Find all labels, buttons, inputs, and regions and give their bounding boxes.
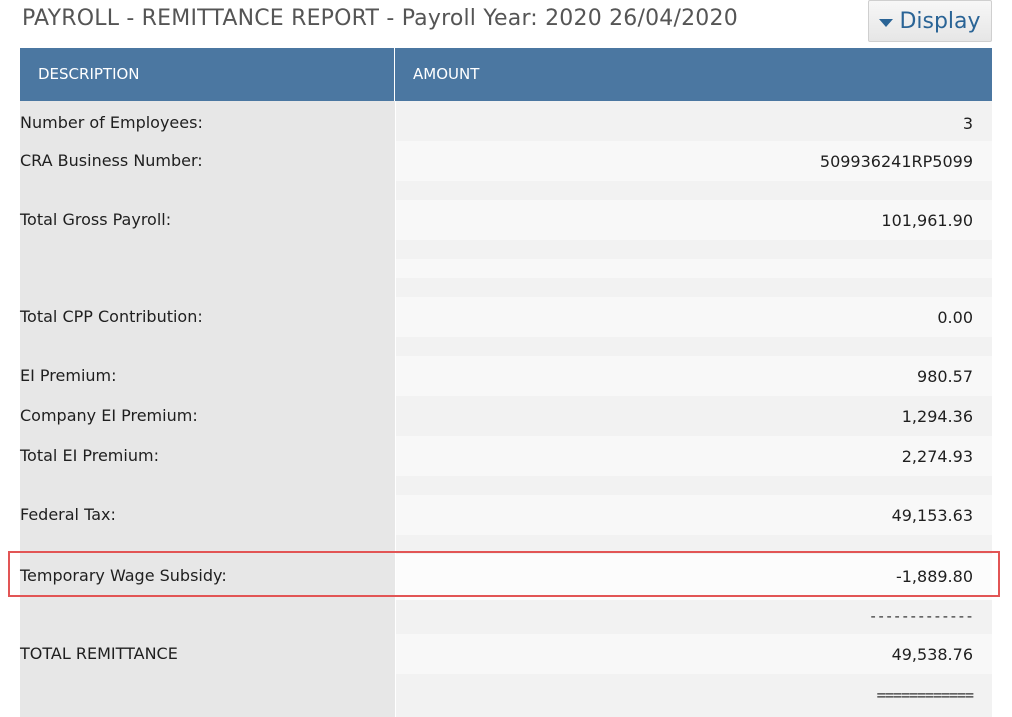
table-row-highlighted: Temporary Wage Subsidy: -1,889.80	[20, 554, 992, 600]
row-label: Total CPP Contribution:	[20, 307, 203, 326]
row-value: 49,538.76	[891, 645, 973, 664]
remittance-report-page: PAYROLL - REMITTANCE REPORT - Payroll Ye…	[0, 0, 1012, 717]
row-value: 101,961.90	[881, 211, 973, 230]
row-label: Temporary Wage Subsidy:	[20, 566, 227, 585]
column-header-description: DESCRIPTION	[20, 48, 395, 101]
row-label: Total EI Premium:	[20, 446, 159, 465]
remittance-table: DESCRIPTION AMOUNT Number of Employees: …	[20, 48, 992, 717]
page-title: PAYROLL - REMITTANCE REPORT - Payroll Ye…	[22, 6, 738, 31]
table-row: Federal Tax: 49,153.63	[20, 495, 992, 535]
table-row: Total Gross Payroll: 101,961.90	[20, 200, 992, 240]
row-label: CRA Business Number:	[20, 151, 203, 170]
row-value: -1,889.80	[895, 567, 973, 586]
table-row: CRA Business Number: 509936241RP5099	[20, 141, 992, 181]
display-button[interactable]: Display	[868, 0, 992, 42]
row-value: 49,153.63	[891, 506, 973, 525]
table-row: Total CPP Contribution: 0.00	[20, 297, 992, 337]
row-value: 3	[962, 114, 973, 133]
row-value: 0.00	[937, 308, 973, 327]
row-label: Number of Employees:	[20, 113, 203, 132]
table-row: ============	[20, 674, 992, 717]
row-value: 1,294.36	[901, 407, 973, 426]
row-value: 509936241RP5099	[819, 152, 973, 171]
table-row: EI Premium: 980.57	[20, 356, 992, 396]
row-value: 2,274.93	[901, 447, 973, 466]
table-row: Total EI Premium: 2,274.93	[20, 436, 992, 476]
row-value: 980.57	[917, 367, 973, 386]
display-button-label: Display	[899, 8, 981, 34]
row-label: EI Premium:	[20, 366, 117, 385]
table-row: Company EI Premium: 1,294.36	[20, 396, 992, 436]
table-row: Number of Employees: 3	[20, 103, 992, 143]
double-separator-line: ============	[876, 686, 974, 704]
caret-down-icon	[879, 18, 894, 27]
row-label: Total Gross Payroll:	[20, 210, 172, 229]
table-header: DESCRIPTION AMOUNT	[20, 48, 992, 101]
row-label: Federal Tax:	[20, 505, 116, 524]
row-label: TOTAL REMITTANCE	[20, 644, 178, 663]
separator-line: -------------	[868, 607, 974, 625]
row-label: Company EI Premium:	[20, 406, 198, 425]
row-label	[20, 674, 395, 717]
row-label	[20, 600, 395, 634]
table-row: -------------	[20, 600, 992, 634]
table-row: TOTAL REMITTANCE 49,538.76	[20, 634, 992, 674]
column-header-amount: AMOUNT	[413, 65, 480, 83]
